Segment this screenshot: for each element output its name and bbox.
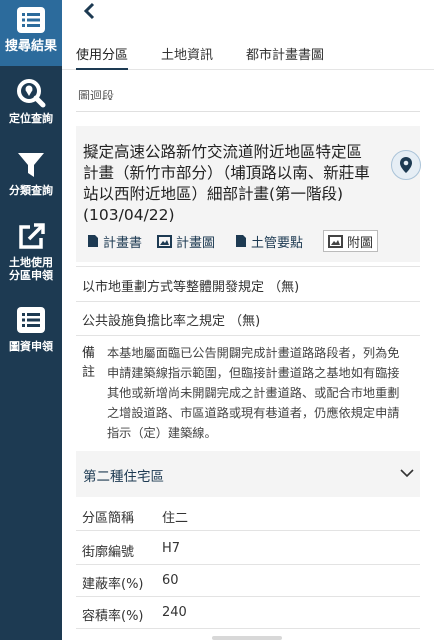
attachment-map-label: 附圖: [347, 235, 374, 251]
plan-documents: 計畫書 計畫圖 土管要點 附圖: [83, 230, 417, 252]
divider: [76, 530, 420, 531]
detail-panel: 使用分區 土地資訊 都市計畫書圖 圖迴段 擬定高速公路新竹交流道附近地區特定區計…: [62, 0, 434, 640]
scroll-indicator: [212, 636, 282, 640]
land-readjustment-rule: 以市地重劃方式等整體開發規定 （無): [82, 280, 300, 295]
divider: [76, 301, 420, 302]
search-location-icon: [17, 79, 46, 108]
block-number-label: 街廓編號: [82, 545, 135, 560]
file-icon: [236, 235, 246, 247]
sidebar-item-label: 分類查詢: [9, 184, 53, 197]
divider: [76, 266, 420, 267]
tab-city-plan-docs[interactable]: 都市計畫書圖: [246, 44, 324, 70]
land-control-label: 土管要點: [251, 235, 304, 251]
filter-icon: [18, 153, 44, 177]
zone-abbr-value: 住二: [162, 511, 189, 526]
plan-card: 擬定高速公路新竹交流道附近地區特定區計畫（新竹市部分）（埔頂路以南、新莊車站以西…: [76, 126, 421, 262]
tab-land-info[interactable]: 土地資訊: [161, 44, 213, 70]
tab-zoning[interactable]: 使用分區: [76, 44, 129, 70]
list-icon: [17, 307, 45, 333]
sidebar-item-label: 搜尋結果: [4, 39, 57, 54]
zone-title: 第二種住宅區: [83, 469, 164, 485]
chevron-down-icon: [400, 469, 414, 478]
public-facility-rule: 公共設施負擔比率之規定 （無): [82, 314, 261, 329]
sidebar-item-locate[interactable]: 定位查詢: [0, 78, 62, 134]
floor-area-ratio-value: 240: [162, 605, 187, 620]
sidebar-item-search-results[interactable]: 搜尋結果: [0, 0, 62, 66]
sidebar-item-label: 分區申領: [9, 269, 53, 282]
plan-book-link[interactable]: 計畫書: [87, 230, 142, 252]
note-text: 本基地屬面臨已公告開闢完成計畫道路路段者，列為免申請建築線指示範圍，但臨接計畫道…: [107, 346, 400, 440]
sidebar-item-label: 圖資申領: [9, 340, 53, 353]
zone-abbr-label: 分區簡稱: [82, 511, 135, 526]
land-control-link[interactable]: 土管要點: [235, 230, 303, 252]
chevron-left-icon[interactable]: [82, 2, 98, 20]
external-link-icon: [19, 223, 45, 249]
divider: [76, 111, 420, 112]
divider: [76, 335, 420, 336]
zone-accordion-header[interactable]: 第二種住宅區: [76, 451, 420, 497]
coverage-ratio-value: 60: [162, 573, 179, 588]
map-marker-icon: [400, 157, 412, 173]
plan-map-label: 計畫圖: [176, 235, 216, 251]
coverage-ratio-label: 建蔽率(%): [82, 577, 144, 592]
sidebar-item-label: 土地使用: [9, 256, 53, 269]
sidebar-item-map-request[interactable]: 圖資申領: [0, 306, 62, 362]
note-label: 備註: [82, 346, 96, 380]
tab-bar: 使用分區 土地資訊 都市計畫書圖: [62, 40, 434, 70]
truncated-section-text: 圖迴段: [78, 90, 115, 100]
divider: [76, 596, 420, 597]
list-icon: [17, 7, 45, 33]
sidebar: 搜尋結果 定位查詢 分類查詢 土地使用 分區申領 圖資申領: [0, 0, 62, 640]
divider: [76, 628, 420, 629]
divider: [76, 564, 420, 565]
plan-map-link[interactable]: 計畫圖: [157, 230, 215, 252]
plan-book-label: 計畫書: [103, 235, 143, 251]
floor-area-ratio-label: 容積率(%): [82, 609, 144, 624]
image-icon: [157, 234, 172, 248]
image-icon: [328, 234, 343, 248]
sidebar-item-label: 定位查詢: [9, 112, 53, 125]
sidebar-item-land-use[interactable]: 土地使用 分區申領: [0, 222, 62, 288]
plan-title: 擬定高速公路新竹交流道附近地區特定區計畫（新竹市部分）（埔頂路以南、新莊車站以西…: [83, 143, 370, 224]
locate-plan-button[interactable]: [391, 150, 421, 180]
attachment-map-link[interactable]: 附圖: [323, 230, 379, 252]
block-number-value: H7: [162, 541, 181, 556]
file-icon: [88, 235, 98, 247]
sidebar-item-category[interactable]: 分類查詢: [0, 150, 62, 206]
